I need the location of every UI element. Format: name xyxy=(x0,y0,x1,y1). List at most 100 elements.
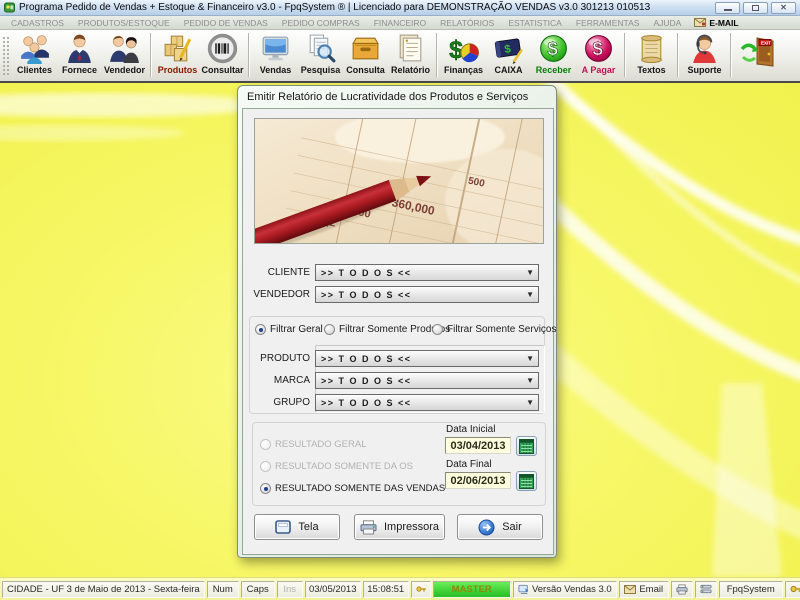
menu-pedido-de-vendas[interactable]: PEDIDO DE VENDAS xyxy=(177,18,275,28)
toolbar-button-label: Relatório xyxy=(391,65,430,75)
toolbar-separator xyxy=(436,33,438,77)
radio-label: RESULTADO GERAL xyxy=(275,439,367,450)
data-inicial-label: Data Inicial xyxy=(446,424,495,435)
toolbar-button-label: Produtos xyxy=(158,65,198,75)
radio-dot xyxy=(432,324,443,335)
num-label: Num xyxy=(213,584,233,595)
menu-relatorios[interactable]: RELATÓRIOS xyxy=(433,18,501,28)
toolbar-button-vendas[interactable]: Vendas xyxy=(253,30,298,80)
toolbar-button-label: Textos xyxy=(637,65,665,75)
version-icon xyxy=(518,584,529,595)
status-location-text: CIDADE - UF 3 de Maio de 2013 - Sexta-fe… xyxy=(7,584,200,595)
status-network-button[interactable] xyxy=(695,581,717,598)
printer-icon xyxy=(360,520,377,535)
toolbar-button-produtos[interactable]: Produtos xyxy=(155,30,200,80)
app-icon xyxy=(4,2,15,13)
toolbar-button-caixa[interactable]: $ CAIXA xyxy=(486,30,531,80)
toolbar-button-relatorio[interactable]: Relatório xyxy=(388,30,433,80)
minimize-button[interactable] xyxy=(715,2,740,14)
vendedor-select[interactable]: >> T O D O S << ▼ xyxy=(315,286,539,303)
dialog-title-bar[interactable]: Emitir Relatório de Lucratividade dos Pr… xyxy=(238,86,556,108)
data-inicial-calendar-button[interactable] xyxy=(516,436,537,456)
dialog-body: 500 360,000 4,300 86,2 CLIENTE >> T O D … xyxy=(242,108,554,555)
envelope-icon xyxy=(694,18,706,27)
status-printer-button[interactable] xyxy=(671,581,693,598)
toolbar-button-textos[interactable]: Textos xyxy=(629,30,674,80)
toolbar-button-pesquisa[interactable]: Pesquisa xyxy=(298,30,343,80)
menu-email[interactable]: E-MAIL xyxy=(688,18,744,28)
radio-label: Filtrar Geral xyxy=(270,324,323,335)
network-icon xyxy=(700,584,712,594)
toolbar-separator xyxy=(150,33,152,77)
toolbar-button-label: A Pagar xyxy=(582,65,616,75)
menu-email-label: E-MAIL xyxy=(709,18,738,28)
dialog-title: Emitir Relatório de Lucratividade dos Pr… xyxy=(247,91,528,103)
menu-ferramentas[interactable]: FERRAMENTAS xyxy=(569,18,647,28)
grupo-select[interactable]: >> T O D O S << ▼ xyxy=(315,394,539,411)
radio-dot xyxy=(260,439,271,450)
toolbar-button-suporte[interactable]: Suporte xyxy=(682,30,727,80)
toolbar-button-financas[interactable]: $ Finanças xyxy=(441,30,486,80)
status-date: 03/05/2013 xyxy=(305,581,361,598)
menu-estatistica[interactable]: ESTATISTICA xyxy=(501,18,569,28)
grupo-value: >> T O D O S << xyxy=(321,398,412,408)
status-time: 15:08:51 xyxy=(363,581,409,598)
key-icon xyxy=(416,583,426,595)
title-bar: Programa Pedido de Vendas + Estoque & Fi… xyxy=(0,0,800,16)
toolbar-button-consultar[interactable]: Consultar xyxy=(200,30,245,80)
marca-select[interactable]: >> T O D O S << ▼ xyxy=(315,372,539,389)
report-icon xyxy=(394,32,427,65)
produto-label: PRODUTO xyxy=(243,353,315,364)
marca-label: MARCA xyxy=(243,375,315,386)
toolbar-button-clientes[interactable]: Clientes xyxy=(12,30,57,80)
radio-dot xyxy=(324,324,335,335)
menu-pedido-compras[interactable]: PEDIDO COMPRAS xyxy=(275,18,367,28)
toolbar-button-exit[interactable]: EXIT xyxy=(735,30,783,80)
vendedor-label: VENDEDOR xyxy=(243,289,315,300)
toolbar-button-label: Vendedor xyxy=(104,65,145,75)
file-drawer-icon xyxy=(349,32,382,65)
close-button[interactable]: ✕ xyxy=(771,2,796,14)
cliente-label: CLIENTE xyxy=(243,267,315,278)
radio-dot xyxy=(255,324,266,335)
radio-filtrar-geral[interactable]: Filtrar Geral xyxy=(255,323,323,336)
cliente-select[interactable]: >> T O D O S << ▼ xyxy=(315,264,539,281)
seller-icon xyxy=(108,32,141,65)
toolbar-button-label: Suporte xyxy=(687,65,721,75)
scroll-icon xyxy=(635,32,668,65)
tela-button[interactable]: Tela xyxy=(254,514,340,540)
radio-resultado-geral[interactable]: RESULTADO GERAL xyxy=(260,438,367,451)
toolbar-button-fornece[interactable]: Fornece xyxy=(57,30,102,80)
menu-financeiro[interactable]: FINANCEIRO xyxy=(367,18,433,28)
time-label: 15:08:51 xyxy=(367,584,404,595)
tela-button-label: Tela xyxy=(298,521,318,533)
radio-resultado-somente-da-os[interactable]: RESULTADO SOMENTE DA OS xyxy=(260,460,413,473)
status-email-button[interactable]: Email xyxy=(619,581,669,598)
dropdown-arrow-icon: ▼ xyxy=(526,290,534,299)
toolbar-button-consulta[interactable]: Consulta xyxy=(343,30,388,80)
impressora-button[interactable]: Impressora xyxy=(354,514,445,540)
marca-row: MARCA >> T O D O S << ▼ xyxy=(243,372,539,389)
data-final-field[interactable]: 02/06/2013 xyxy=(445,472,511,489)
svg-text:$: $ xyxy=(548,38,559,59)
sair-button[interactable]: Sair xyxy=(457,514,543,540)
toolbar-button-receber[interactable]: $ Receber xyxy=(531,30,576,80)
maximize-button[interactable] xyxy=(743,2,768,14)
main-toolbar: Clientes Fornece Vendedor xyxy=(0,30,800,83)
monitor-icon xyxy=(259,32,292,65)
printer-small-icon xyxy=(676,584,688,595)
radio-resultado-somente-das-vendas[interactable]: RESULTADO SOMENTE DAS VENDAS xyxy=(260,482,445,495)
toolbar-button-vendedor[interactable]: Vendedor xyxy=(102,30,147,80)
radio-filtrar-somente-servicos[interactable]: Filtrar Somente Serviços xyxy=(432,323,556,336)
produto-select[interactable]: >> T O D O S << ▼ xyxy=(315,350,539,367)
vendedor-row: VENDEDOR >> T O D O S << ▼ xyxy=(243,286,539,303)
toolbar-button-a-pagar[interactable]: $ A Pagar xyxy=(576,30,621,80)
exit-door-icon: EXIT xyxy=(739,32,779,70)
menu-produtos-estoque[interactable]: PRODUTOS/ESTOQUE xyxy=(71,18,177,28)
menu-cadastros[interactable]: CADASTROS xyxy=(4,18,71,28)
dropdown-arrow-icon: ▼ xyxy=(526,376,534,385)
svg-text:$: $ xyxy=(593,38,604,59)
menu-ajuda[interactable]: AJUDA xyxy=(646,18,688,28)
data-final-calendar-button[interactable] xyxy=(516,471,537,491)
data-inicial-field[interactable]: 03/04/2013 xyxy=(445,437,511,454)
